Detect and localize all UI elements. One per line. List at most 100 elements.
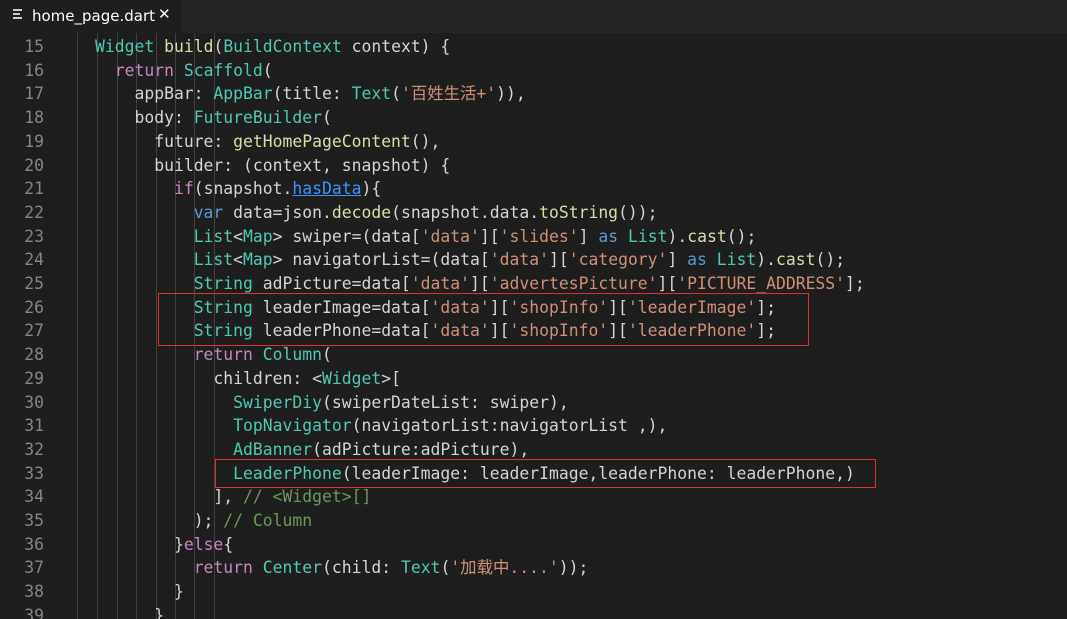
code-token: ();: [726, 226, 757, 246]
code-text: Widget build(BuildContext context) {: [95, 35, 450, 59]
code-line[interactable]: 37 return Center(child: Text('加载中....'));: [0, 556, 1067, 580]
code-line[interactable]: 24 List<Map> navigatorList=(data['data'][…: [0, 248, 1067, 272]
code-line[interactable]: 36}else{: [0, 533, 1067, 557]
code-token: ).: [756, 250, 777, 270]
code-token: ());: [618, 202, 658, 222]
code-token: List: [716, 250, 757, 270]
line-number: 29: [24, 368, 44, 388]
code-text: ], // <Widget>[]: [213, 485, 371, 509]
code-text: }: [154, 604, 164, 619]
line-number: 26: [24, 297, 44, 317]
code-token: (: [391, 84, 401, 104]
code-token: Map: [243, 226, 273, 246]
code-line[interactable]: 34], // <Widget>[]: [0, 485, 1067, 509]
code-token: (),: [410, 131, 441, 151]
code-text: if(snapshot.hasData){: [174, 177, 381, 201]
code-token: // <Widget>[]: [243, 487, 372, 507]
code-token: 'slides': [499, 226, 579, 246]
code-token: ]: [578, 226, 599, 246]
code-token: 'advertesPicture': [489, 274, 658, 293]
code-text: return Center(child: Text('加载中....'));: [194, 556, 589, 580]
code-line[interactable]: 19 future: getHomePageContent(),: [0, 130, 1067, 154]
code-line[interactable]: 15 Widget build(BuildContext context) {: [0, 35, 1067, 59]
code-token: <: [233, 226, 244, 246]
code-token: ();: [815, 250, 846, 270]
code-token: Widget: [95, 37, 155, 56]
line-number: 39: [24, 605, 44, 619]
code-token: '百姓生活+': [400, 84, 497, 104]
line-number: 33: [24, 463, 44, 483]
code-token: 'data': [410, 274, 471, 293]
code-line[interactable]: 39}: [0, 604, 1067, 619]
code-token: 'PICTURE_ADDRESS': [677, 274, 846, 293]
code-line[interactable]: 28 return Column(: [0, 343, 1067, 367]
code-token: '加载中....': [450, 558, 559, 578]
code-line[interactable]: 29 children: <Widget>[: [0, 367, 1067, 391]
highlight-box: [215, 458, 876, 489]
code-line[interactable]: 38}: [0, 580, 1067, 604]
code-token: 'data': [489, 250, 549, 270]
code-token: // Column: [223, 511, 313, 530]
code-text: builder: (context, snapshot) {: [154, 154, 450, 178]
code-text: }: [174, 580, 184, 604]
code-line[interactable]: 20 builder: (context, snapshot) {: [0, 154, 1067, 178]
code-token: SwiperDiy: [233, 392, 322, 412]
code-line[interactable]: 16 return Scaffold(: [0, 59, 1067, 83]
code-text: TopNavigator(navigatorList:navigatorList…: [233, 414, 667, 438]
code-line[interactable]: 18 body: FutureBuilder(: [0, 106, 1067, 130]
line-number: 17: [24, 84, 44, 104]
line-number: 19: [24, 131, 44, 151]
code-token: (: [440, 558, 451, 578]
code-token: ][: [470, 274, 490, 293]
code-line[interactable]: 21 if(snapshot.hasData){: [0, 177, 1067, 201]
code-token: (adPicture:adPicture),: [312, 439, 530, 459]
code-token: ][: [548, 250, 569, 270]
code-token: }: [173, 582, 184, 602]
code-token: ][: [657, 274, 678, 293]
code-token: return: [114, 60, 174, 80]
code-token: ];: [845, 274, 865, 293]
code-token: decode: [331, 202, 392, 222]
line-number: 27: [24, 321, 44, 341]
code-line[interactable]: 22 var data=json.decode(snapshot.data.toS…: [0, 201, 1067, 225]
line-number: 16: [24, 60, 44, 80]
code-line[interactable]: 23 List<Map> swiper=(data['data']['slides…: [0, 225, 1067, 249]
line-number: 35: [24, 511, 44, 530]
code-token: }: [154, 605, 165, 619]
code-token: );: [193, 511, 224, 530]
code-text: ); // Column: [194, 509, 312, 533]
close-icon[interactable]: ✕: [158, 5, 171, 23]
code-token: String: [193, 274, 253, 293]
line-number: 30: [24, 392, 44, 412]
code-token: ));: [558, 558, 589, 578]
code-editor[interactable]: 15 Widget build(BuildContext context) {16…: [0, 33, 1067, 619]
code-line[interactable]: 35); // Column: [0, 509, 1067, 533]
code-token: toString: [539, 202, 619, 222]
code-text: return Scaffold(: [115, 59, 273, 83]
code-text: }else{: [174, 533, 233, 557]
code-token: Text: [351, 84, 392, 104]
line-number: 37: [24, 558, 44, 578]
code-line[interactable]: 17 appBar: AppBar(title: Text('百姓生活+')),: [0, 82, 1067, 106]
code-token: List: [193, 226, 234, 246]
code-token: var: [193, 202, 224, 222]
code-line[interactable]: 30 SwiperDiy(swiperDateList: swiper),: [0, 391, 1067, 415]
line-number: 25: [24, 274, 44, 293]
code-line[interactable]: 31 TopNavigator(navigatorList:navigatorLi…: [0, 414, 1067, 438]
code-token: builder: (context, snapshot) {: [154, 155, 451, 175]
code-token: (: [262, 60, 273, 80]
code-token: {: [223, 534, 234, 554]
code-token: (: [322, 345, 332, 365]
tab-label: home_page.dart: [32, 7, 156, 25]
highlight-box: [158, 292, 809, 347]
code-token: as: [687, 250, 707, 270]
code-token: build: [164, 37, 214, 56]
code-token: ){: [361, 179, 382, 199]
code-token: (: [213, 37, 224, 56]
tab-home-page-dart[interactable]: home_page.dart ✕: [0, 0, 182, 33]
code-token: Map: [243, 250, 273, 270]
line-number: 24: [24, 250, 44, 270]
